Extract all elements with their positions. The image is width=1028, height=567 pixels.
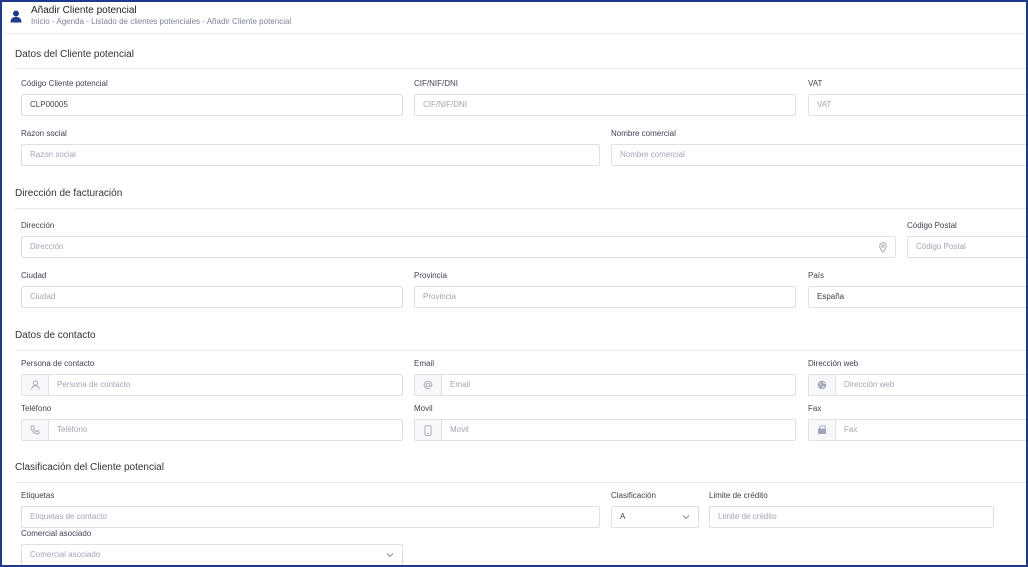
ciudad-label: Ciudad [21,271,47,280]
mobile-addon [415,420,442,440]
nombre-comercial-placeholder: Nombre comercial [620,150,685,159]
direccion-input[interactable]: Dirección [21,236,896,258]
codigo-value: CLP00005 [30,100,68,109]
limite-credito-input[interactable]: Limite de crédito [709,506,994,528]
web-addon [809,375,836,395]
codigo-postal-input[interactable]: Código Postal [907,236,1026,258]
web-input[interactable]: Dirección web [808,374,1026,396]
cif-placeholder: CIF/NIF/DNI [423,100,467,109]
section-title-facturacion: Dirección de facturación [15,188,123,199]
clasificacion-select[interactable]: A [611,506,699,528]
codigo-postal-label: Código Postal [907,221,957,230]
pais-label: País [808,271,825,280]
section-divider [15,482,1026,483]
breadcrumb-item-inicio[interactable]: Inicio [31,17,50,26]
ciudad-placeholder: Ciudad [30,292,56,301]
etiquetas-input[interactable]: Etiquetas de contacto [21,506,600,528]
breadcrumb-item-listado[interactable]: Listado de clientes potenciales [91,17,200,26]
section-title-contacto: Datos de contacto [15,330,96,341]
breadcrumb-separator: - [200,17,207,26]
comercial-label: Comercial asociado [21,529,92,538]
codigo-label: Código Cliente potencial [21,79,108,88]
persona-contacto-input[interactable]: Persona de contacto [21,374,403,396]
telefono-label: Teléfono [21,404,52,413]
vat-placeholder: VAT [817,100,832,109]
vat-label: VAT [808,79,823,88]
etiquetas-placeholder: Etiquetas de contacto [30,512,107,521]
nombre-comercial-label: Nombre comercial [611,129,676,138]
page-title: Añadir Cliente potencial [31,5,137,16]
movil-input[interactable]: Movil [414,419,796,441]
at-sign-icon [423,380,433,390]
codigo-input[interactable]: CLP00005 [21,94,403,116]
clasificacion-value: A [620,512,626,521]
cif-label: CIF/NIF/DNI [414,79,458,88]
email-label: Email [414,359,435,368]
email-addon [415,375,442,395]
persona-contacto-label: Persona de contacto [21,359,95,368]
direccion-label: Dirección [21,221,55,230]
phone-addon [22,420,49,440]
section-title-clasificacion: Clasificación del Cliente potencial [15,462,164,473]
web-placeholder: Dirección web [844,380,895,389]
chevron-down-icon [682,515,690,520]
pais-input[interactable]: España [808,286,1026,308]
section-divider [15,208,1026,209]
provincia-placeholder: Provincia [423,292,456,301]
provincia-input[interactable]: Provincia [414,286,796,308]
limite-credito-placeholder: Limite de crédito [718,512,777,521]
fax-placeholder: Fax [844,425,858,434]
etiquetas-label: Etiquetas [21,491,55,500]
razon-social-label: Razon social [21,129,67,138]
movil-placeholder: Movil [450,425,469,434]
user-icon [10,10,22,23]
cif-input[interactable]: CIF/NIF/DNI [414,94,796,116]
breadcrumb-item-agenda[interactable]: Agenda [56,17,84,26]
person-icon [30,380,40,390]
fax-input[interactable]: Fax [808,419,1026,441]
page-header: Añadir Cliente potencial Inicio - Agenda… [2,2,1026,32]
pais-value: España [817,292,845,301]
section-divider [15,68,1026,69]
provincia-label: Provincia [414,271,447,280]
map-pin-icon [879,242,887,253]
persona-contacto-placeholder: Persona de contacto [57,380,131,389]
telefono-input[interactable]: Teléfono [21,419,403,441]
app-frame: Añadir Cliente potencial Inicio - Agenda… [0,0,1028,567]
chevron-down-icon [386,553,394,558]
breadcrumb-item-current: Añadir Cliente potencial [206,17,292,26]
breadcrumb: Inicio - Agenda - Listado de clientes po… [31,17,291,26]
breadcrumb-separator: - [83,17,92,26]
movil-label: Movil [414,404,433,413]
vat-input[interactable]: VAT [808,94,1026,116]
direccion-placeholder: Dirección [30,242,64,251]
comercial-select[interactable]: Comercial asociado [21,544,403,565]
web-label: Dirección web [808,359,859,368]
fax-icon [818,425,826,434]
phone-icon [30,425,40,435]
razon-social-input[interactable]: Razon social [21,144,600,166]
fax-addon [809,420,836,440]
fax-label: Fax [808,404,822,413]
globe-icon [817,380,827,390]
section-divider [15,350,1026,351]
person-addon [22,375,49,395]
email-placeholder: Email [450,380,471,389]
email-input[interactable]: Email [414,374,796,396]
clasificacion-label: Clasificación [611,491,656,500]
limite-credito-label: Limite de crédito [709,491,768,500]
codigo-postal-placeholder: Código Postal [916,242,966,251]
header-divider [4,33,1024,34]
telefono-placeholder: Teléfono [57,425,88,434]
section-title-datos: Datos del Cliente potencial [15,49,134,60]
nombre-comercial-input[interactable]: Nombre comercial [611,144,1026,166]
mobile-icon [424,424,432,436]
ciudad-input[interactable]: Ciudad [21,286,403,308]
comercial-placeholder: Comercial asociado [30,550,101,559]
razon-social-placeholder: Razon social [30,150,76,159]
